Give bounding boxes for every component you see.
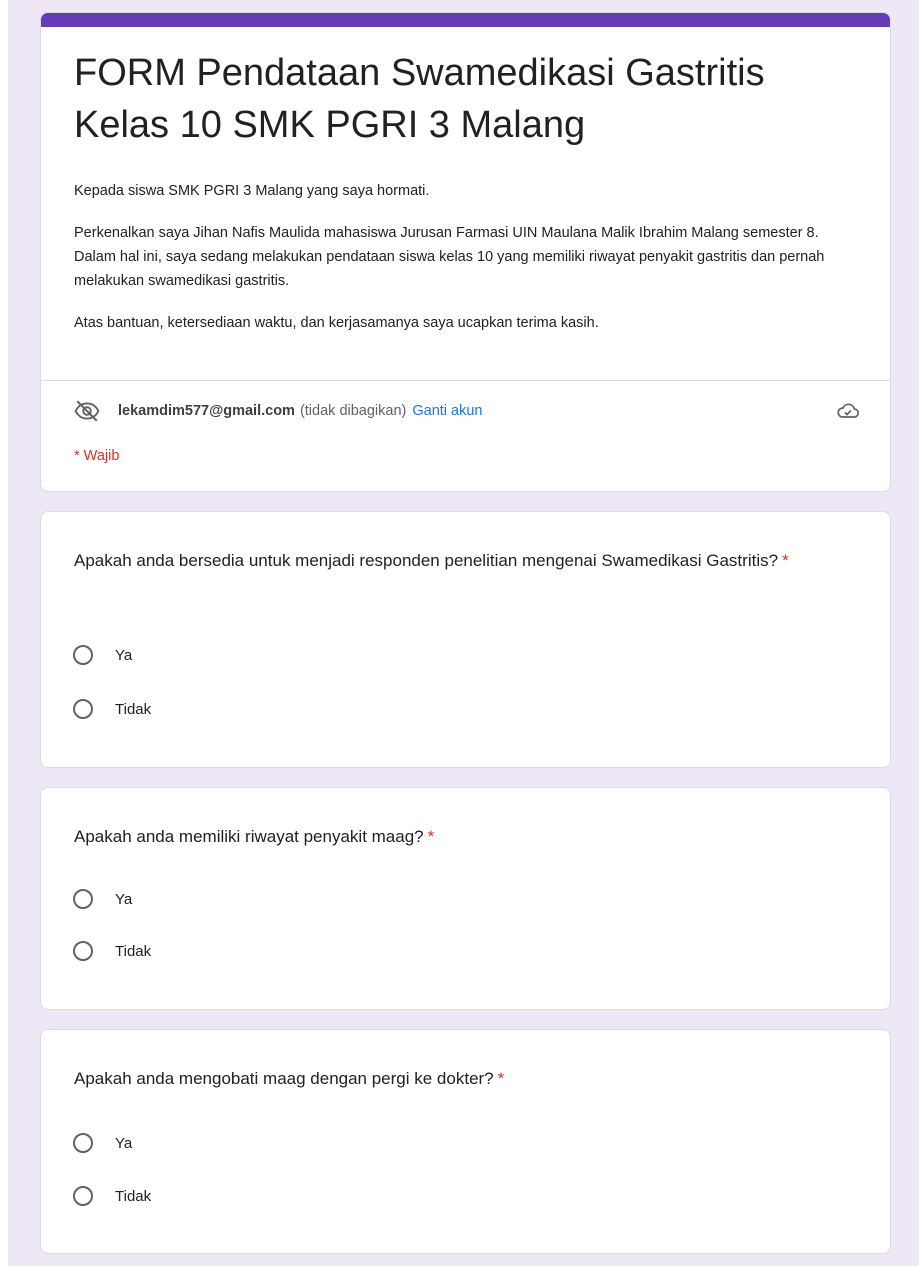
page-left-edge xyxy=(0,0,8,1266)
required-asterisk: * xyxy=(497,1069,505,1088)
question-card: Apakah anda memiliki riwayat penyakit ma… xyxy=(40,787,891,1010)
question-text: Apakah anda mengobati maag dengan pergi … xyxy=(74,1069,494,1088)
option-tidak[interactable]: Tidak xyxy=(73,699,151,719)
radio-button[interactable] xyxy=(73,889,93,909)
switch-account-link[interactable]: Ganti akun xyxy=(412,403,482,419)
question-title: Apakah anda mengobati maag dengan pergi … xyxy=(74,1064,854,1093)
cloud-done-icon xyxy=(837,403,860,418)
eye-off-icon xyxy=(74,400,100,422)
question-title: Apakah anda memiliki riwayat penyakit ma… xyxy=(74,822,854,851)
form-description: Kepada siswa SMK PGRI 3 Malang yang saya… xyxy=(74,179,854,335)
option-ya[interactable]: Ya xyxy=(73,645,132,665)
option-ya[interactable]: Ya xyxy=(73,1133,132,1153)
option-tidak[interactable]: Tidak xyxy=(73,941,151,961)
option-label: Ya xyxy=(115,646,133,664)
form-accent-bar xyxy=(41,13,890,27)
option-tidak[interactable]: Tidak xyxy=(73,1186,151,1206)
option-label: Ya xyxy=(115,1134,133,1152)
question-card: Apakah anda bersedia untuk menjadi respo… xyxy=(40,511,891,768)
not-shared-label: (tidak dibagikan) xyxy=(299,403,407,419)
form-header-card: FORM Pendataan Swamedikasi Gastritis Kel… xyxy=(40,12,891,492)
account-row: lekamdim577@gmail.com (tidak dibagikan) … xyxy=(74,397,866,425)
radio-button[interactable] xyxy=(73,941,93,961)
radio-button[interactable] xyxy=(73,645,93,665)
option-label: Ya xyxy=(115,890,133,908)
question-card: Apakah anda mengobati maag dengan pergi … xyxy=(40,1029,891,1254)
account-email: lekamdim577@gmail.com xyxy=(118,403,295,419)
option-label: Tidak xyxy=(115,942,152,960)
option-label: Tidak xyxy=(115,1187,152,1205)
required-note: * Wajib xyxy=(74,448,120,464)
question-text: Apakah anda memiliki riwayat penyakit ma… xyxy=(74,827,424,846)
option-label: Tidak xyxy=(115,700,152,718)
radio-button[interactable] xyxy=(73,699,93,719)
description-intro: Perkenalkan saya Jihan Nafis Maulida mah… xyxy=(74,225,825,289)
radio-button[interactable] xyxy=(73,1186,93,1206)
option-ya[interactable]: Ya xyxy=(73,889,132,909)
required-asterisk: * xyxy=(427,827,435,846)
description-thanks: Atas bantuan, ketersediaan waktu, dan ke… xyxy=(74,315,599,331)
form-title: FORM Pendataan Swamedikasi Gastritis Kel… xyxy=(74,52,765,146)
question-title: Apakah anda bersedia untuk menjadi respo… xyxy=(74,546,854,575)
required-asterisk: * xyxy=(782,551,789,570)
question-text: Apakah anda bersedia untuk menjadi respo… xyxy=(74,551,779,570)
radio-button[interactable] xyxy=(73,1133,93,1153)
description-greeting: Kepada siswa SMK PGRI 3 Malang yang saya… xyxy=(74,183,430,199)
header-divider xyxy=(41,380,890,381)
